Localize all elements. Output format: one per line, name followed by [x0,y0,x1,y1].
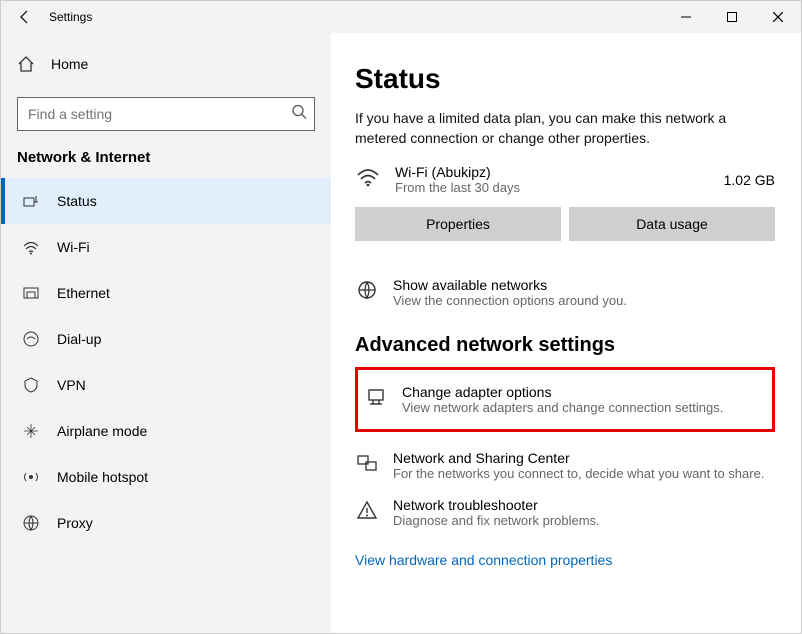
sidebar: Home Network & Internet Status Wi-Fi Eth… [1,33,331,633]
hotspot-icon [21,468,41,486]
wifi-icon [355,164,385,195]
nav-label: Mobile hotspot [57,469,148,485]
change-adapter-link[interactable]: Change adapter options View network adap… [364,376,766,423]
main-panel: Status If you have a limited data plan, … [331,33,801,633]
page-description: If you have a limited data plan, you can… [355,109,775,148]
status-icon [21,192,41,210]
nav-status[interactable]: Status [1,178,331,224]
ethernet-icon [21,284,41,302]
sharing-sub: For the networks you connect to, decide … [393,466,764,481]
nav-label: Dial-up [57,331,101,347]
nav-wifi[interactable]: Wi-Fi [1,224,331,270]
back-button[interactable] [1,1,49,33]
minimize-button[interactable] [663,1,709,33]
globe-icon [355,279,379,301]
nav-label: VPN [57,377,86,393]
sharing-title: Network and Sharing Center [393,450,764,466]
nav-label: Ethernet [57,285,110,301]
nav-label: Wi-Fi [57,239,90,255]
show-networks-title: Show available networks [393,277,627,293]
adapter-title: Change adapter options [402,384,723,400]
data-usage-button[interactable]: Data usage [569,207,775,241]
network-usage: 1.02 GB [724,172,775,188]
nav-label: Airplane mode [57,423,147,439]
network-period: From the last 30 days [395,180,724,195]
trouble-title: Network troubleshooter [393,497,600,513]
page-heading: Status [355,63,775,95]
show-networks-link[interactable]: Show available networks View the connect… [355,269,775,316]
section-title: Network & Internet [1,149,331,178]
adapter-icon [364,386,388,408]
wifi-icon [21,238,41,256]
vpn-icon [21,376,41,394]
home-label: Home [51,56,88,72]
titlebar: Settings [1,1,801,33]
advanced-heading: Advanced network settings [355,334,775,357]
window-title: Settings [49,10,92,24]
adapter-sub: View network adapters and change connect… [402,400,723,415]
trouble-sub: Diagnose and fix network problems. [393,513,600,528]
nav-ethernet[interactable]: Ethernet [1,270,331,316]
airplane-icon [21,422,41,440]
nav-label: Status [57,193,97,209]
close-button[interactable] [755,1,801,33]
hardware-properties-link[interactable]: View hardware and connection properties [355,552,775,568]
sharing-icon [355,452,379,474]
nav-vpn[interactable]: VPN [1,362,331,408]
search-icon [291,104,307,125]
sharing-center-link[interactable]: Network and Sharing Center For the netwo… [355,442,775,489]
network-name: Wi-Fi (Abukipz) [395,164,724,180]
dialup-icon [21,330,41,348]
show-networks-sub: View the connection options around you. [393,293,627,308]
nav-proxy[interactable]: Proxy [1,500,331,546]
proxy-icon [21,514,41,532]
network-summary: Wi-Fi (Abukipz) From the last 30 days 1.… [355,164,775,195]
nav-list: Status Wi-Fi Ethernet Dial-up VPN Airpla… [1,178,331,546]
highlight-box: Change adapter options View network adap… [355,367,775,432]
nav-dialup[interactable]: Dial-up [1,316,331,362]
home-icon [17,55,35,73]
nav-hotspot[interactable]: Mobile hotspot [1,454,331,500]
home-nav[interactable]: Home [1,43,331,85]
search-input[interactable] [17,97,315,131]
troubleshooter-link[interactable]: Network troubleshooter Diagnose and fix … [355,489,775,536]
warning-icon [355,499,379,521]
maximize-button[interactable] [709,1,755,33]
properties-button[interactable]: Properties [355,207,561,241]
nav-label: Proxy [57,515,93,531]
nav-airplane[interactable]: Airplane mode [1,408,331,454]
